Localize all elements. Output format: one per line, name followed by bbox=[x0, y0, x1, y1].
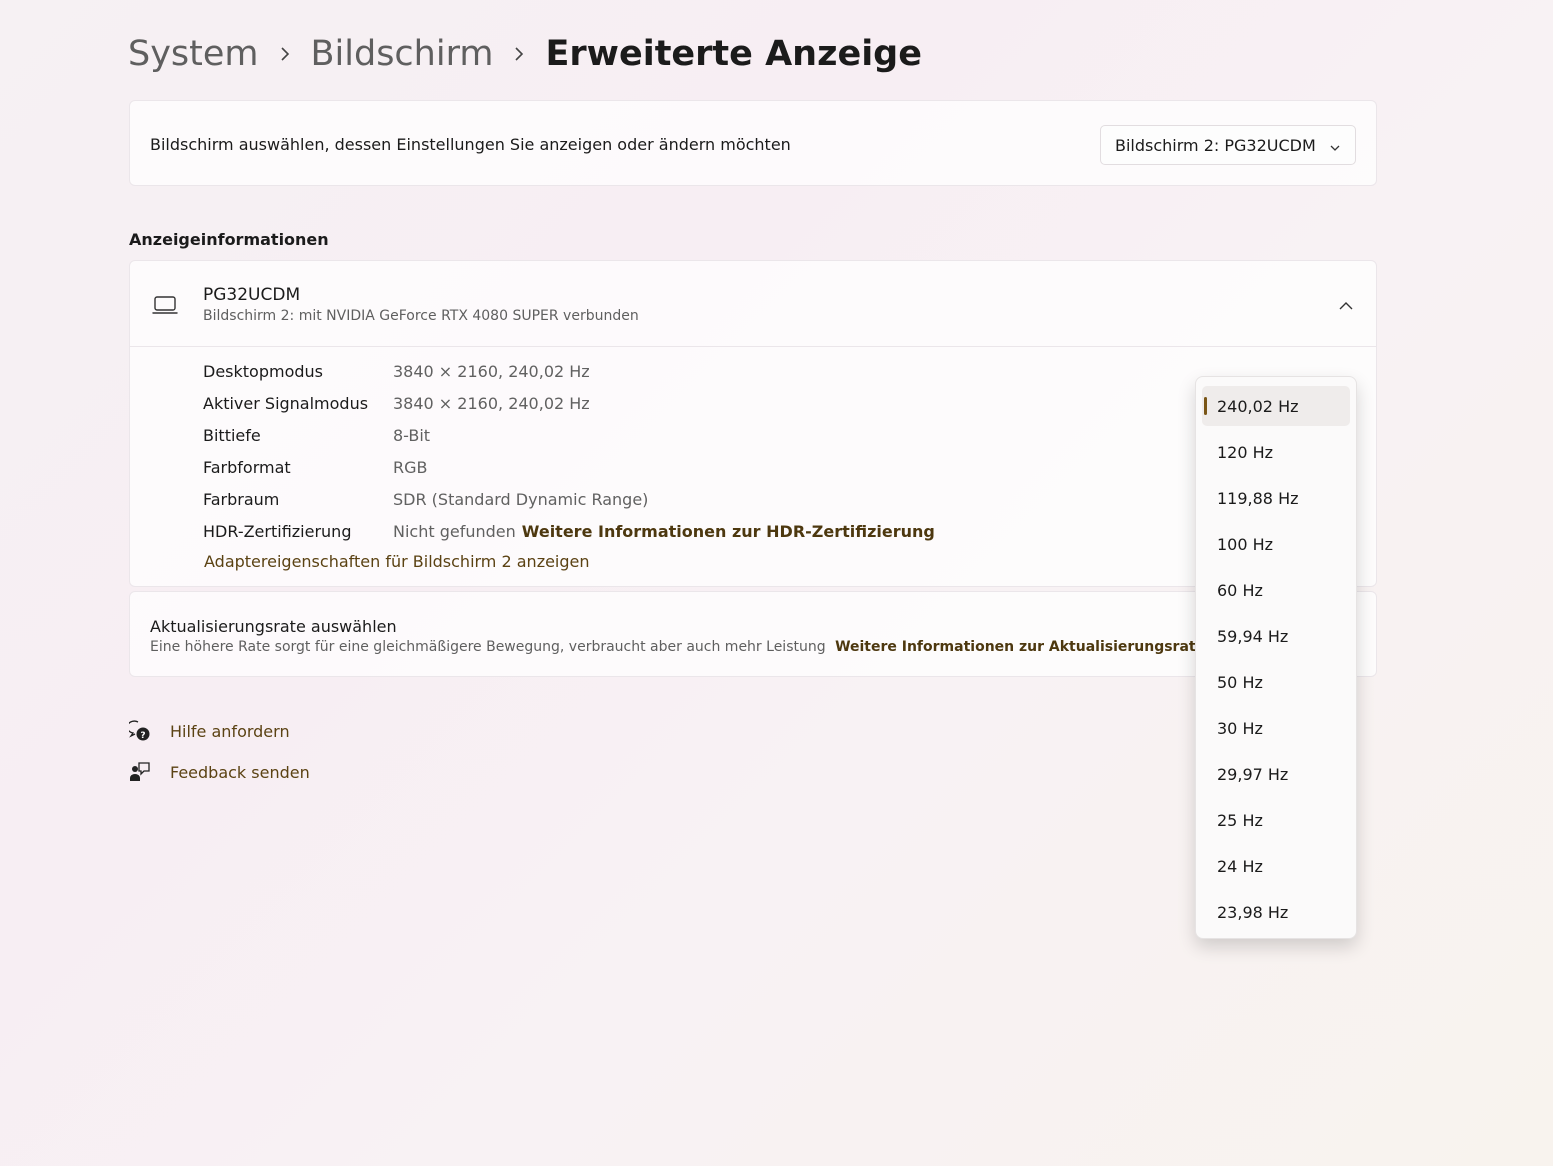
page-title: Erweiterte Anzeige bbox=[545, 34, 922, 74]
refresh-option[interactable]: 30 Hz bbox=[1202, 708, 1350, 748]
display-select-card: Bildschirm auswählen, dessen Einstellung… bbox=[129, 100, 1377, 186]
refresh-option[interactable]: 60 Hz bbox=[1202, 570, 1350, 610]
info-row-farbformat: Farbformat RGB bbox=[203, 457, 428, 477]
refresh-option[interactable]: 25 Hz bbox=[1202, 800, 1350, 840]
info-row-bittiefe: Bittiefe 8-Bit bbox=[203, 425, 431, 445]
refresh-rate-description: Eine höhere Rate sorgt für eine gleichmä… bbox=[150, 639, 1206, 655]
refresh-option[interactable]: 59,94 Hz bbox=[1202, 616, 1350, 656]
section-title-display-info: Anzeigeinformationen bbox=[129, 230, 329, 249]
info-row-farbraum: Farbraum SDR (Standard Dynamic Range) bbox=[203, 489, 649, 509]
feedback-link[interactable]: Feedback senden bbox=[129, 761, 310, 783]
refresh-option[interactable]: 119,88 Hz bbox=[1202, 478, 1350, 518]
chevron-right-icon bbox=[259, 46, 311, 62]
display-select-label: Bildschirm auswählen, dessen Einstellung… bbox=[150, 135, 791, 154]
laptop-icon bbox=[152, 294, 178, 320]
refresh-option[interactable]: 240,02 Hz bbox=[1202, 386, 1350, 426]
refresh-rate-dropdown-list: 240,02 Hz 120 Hz 119,88 Hz 100 Hz 60 Hz … bbox=[1195, 376, 1357, 939]
feedback-person-icon bbox=[129, 761, 151, 783]
refresh-option[interactable]: 23,98 Hz bbox=[1202, 892, 1350, 932]
display-info-header[interactable]: PG32UCDM Bildschirm 2: mit NVIDIA GeForc… bbox=[130, 261, 1376, 347]
chevron-up-icon[interactable] bbox=[1338, 297, 1354, 316]
display-select-dropdown[interactable]: Bildschirm 2: PG32UCDM bbox=[1100, 125, 1356, 165]
refresh-option[interactable]: 29,97 Hz bbox=[1202, 754, 1350, 794]
hdr-info-link[interactable]: Weitere Informationen zur HDR-Zertifizie… bbox=[522, 522, 935, 541]
monitor-subtitle: Bildschirm 2: mit NVIDIA GeForce RTX 408… bbox=[203, 308, 639, 324]
display-select-value: Bildschirm 2: PG32UCDM bbox=[1115, 135, 1316, 155]
refresh-rate-card: Aktualisierungsrate auswählen Eine höher… bbox=[129, 591, 1377, 677]
chevron-down-icon bbox=[1329, 139, 1341, 158]
refresh-option[interactable]: 50 Hz bbox=[1202, 662, 1350, 702]
refresh-rate-title: Aktualisierungsrate auswählen bbox=[150, 617, 397, 636]
chevron-right-icon bbox=[493, 46, 545, 62]
info-row-desktopmodus: Desktopmodus 3840 × 2160, 240,02 Hz bbox=[203, 361, 590, 381]
selection-indicator bbox=[1204, 397, 1207, 415]
display-info-card: PG32UCDM Bildschirm 2: mit NVIDIA GeForc… bbox=[129, 260, 1377, 587]
breadcrumb-bildschirm[interactable]: Bildschirm bbox=[311, 34, 494, 74]
breadcrumb: System Bildschirm Erweiterte Anzeige bbox=[128, 34, 922, 74]
monitor-name: PG32UCDM bbox=[203, 285, 301, 305]
refresh-rate-info-link[interactable]: Weitere Informationen zur Aktualisierung… bbox=[835, 639, 1205, 655]
refresh-option[interactable]: 24 Hz bbox=[1202, 846, 1350, 886]
svg-text:?: ? bbox=[140, 731, 145, 741]
adapter-properties-link[interactable]: Adaptereigenschaften für Bildschirm 2 an… bbox=[204, 552, 590, 571]
info-row-signalmodus: Aktiver Signalmodus 3840 × 2160, 240,02 … bbox=[203, 393, 590, 413]
help-link[interactable]: ? Hilfe anfordern bbox=[129, 720, 290, 742]
refresh-option[interactable]: 100 Hz bbox=[1202, 524, 1350, 564]
help-chat-icon: ? bbox=[129, 720, 151, 742]
info-row-hdr: HDR-Zertifizierung Nicht gefunden Weiter… bbox=[203, 521, 935, 541]
breadcrumb-system[interactable]: System bbox=[128, 34, 259, 74]
refresh-option[interactable]: 120 Hz bbox=[1202, 432, 1350, 472]
